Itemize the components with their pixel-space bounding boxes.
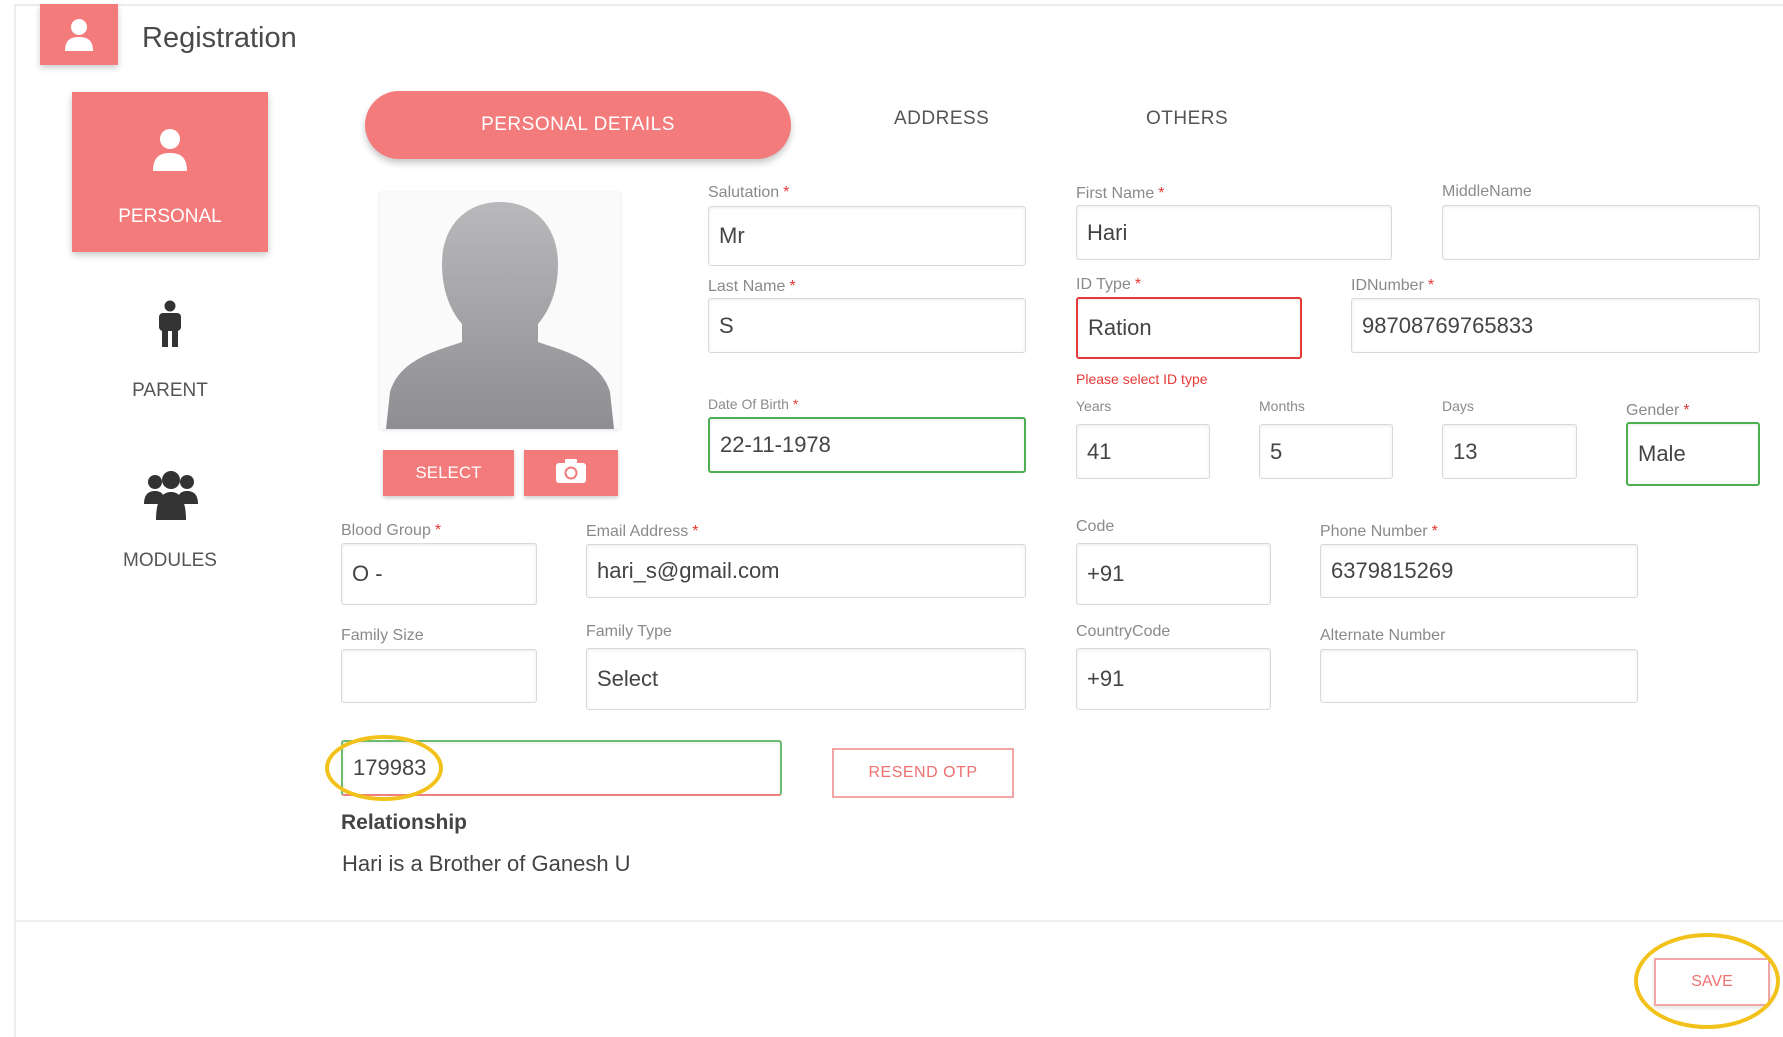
header-user-icon	[40, 4, 118, 65]
avatar-placeholder-icon	[386, 202, 614, 429]
sidebar-item-modules[interactable]: MODULES	[72, 464, 268, 574]
family-size-label: Family Size	[341, 627, 424, 644]
country-code-label: CountryCode	[1076, 623, 1171, 640]
days-label: Days	[1442, 398, 1474, 414]
sidebar-item-label: PARENT	[132, 380, 208, 401]
years-label: Years	[1076, 398, 1112, 414]
user-icon	[152, 128, 188, 177]
months-input[interactable]: 5	[1259, 424, 1393, 479]
first-name-input[interactable]: Hari	[1076, 205, 1392, 260]
id-type-select[interactable]: Ration	[1076, 297, 1302, 359]
id-number-label: IDNumber *	[1351, 277, 1435, 294]
last-name-input[interactable]: S	[708, 298, 1026, 353]
last-name-label: Last Name *	[708, 278, 796, 295]
users-group-icon	[144, 470, 198, 525]
middle-name-label: MiddleName	[1442, 183, 1532, 200]
family-type-label: Family Type	[586, 623, 672, 640]
select-photo-button[interactable]: SELECT	[383, 450, 514, 496]
months-label: Months	[1259, 398, 1305, 414]
profile-photo	[380, 192, 620, 429]
email-input[interactable]: hari_s@gmail.com	[586, 544, 1026, 598]
middle-name-input[interactable]	[1442, 205, 1760, 260]
otp-input[interactable]: 179983	[341, 740, 782, 796]
id-type-error: Please select ID type	[1076, 371, 1208, 387]
dob-label: Date Of Birth *	[708, 396, 799, 412]
family-type-select[interactable]: Select	[586, 648, 1026, 710]
id-type-label: ID Type *	[1076, 276, 1142, 293]
sidebar-item-label: PERSONAL	[118, 206, 222, 227]
code-label: Code	[1076, 518, 1115, 535]
relationship-title: Relationship	[341, 811, 468, 834]
resend-otp-button[interactable]: RESEND OTP	[832, 748, 1014, 798]
first-name-label: First Name *	[1076, 185, 1165, 202]
years-input[interactable]: 41	[1076, 424, 1210, 479]
blood-group-select[interactable]: O -	[341, 543, 537, 605]
sidebar-item-personal[interactable]: PERSONAL	[72, 92, 268, 252]
phone-input[interactable]: 6379815269	[1320, 544, 1638, 598]
footer-divider	[16, 920, 1783, 922]
days-input[interactable]: 13	[1442, 424, 1577, 479]
country-code-input[interactable]: +91	[1076, 648, 1271, 710]
tab-others[interactable]: OTHERS	[1146, 108, 1228, 130]
family-size-input[interactable]	[341, 649, 537, 703]
sidebar-item-parent[interactable]: PARENT	[72, 296, 268, 406]
relationship-text: Hari is a Brother of Ganesh U	[342, 851, 631, 876]
camera-button[interactable]	[524, 450, 618, 496]
registration-card	[14, 4, 1783, 1037]
person-icon	[155, 300, 185, 353]
salutation-select[interactable]: Mr	[708, 206, 1026, 266]
code-input[interactable]: +91	[1076, 543, 1271, 605]
alternate-number-input[interactable]	[1320, 649, 1638, 703]
id-number-input[interactable]: 98708769765833	[1351, 298, 1760, 353]
dob-input[interactable]: 22-11-1978	[708, 417, 1026, 473]
sidebar-item-label: MODULES	[123, 550, 217, 571]
alternate-number-label: Alternate Number	[1320, 627, 1446, 644]
save-button[interactable]: SAVE	[1654, 958, 1770, 1006]
gender-label: Gender *	[1626, 402, 1690, 419]
blood-group-label: Blood Group *	[341, 522, 442, 539]
email-label: Email Address *	[586, 523, 699, 540]
salutation-label: Salutation *	[708, 184, 790, 201]
phone-label: Phone Number *	[1320, 523, 1438, 540]
page-title: Registration	[142, 22, 297, 54]
camera-icon	[555, 458, 587, 489]
tab-address[interactable]: ADDRESS	[894, 108, 989, 130]
gender-select[interactable]: Male	[1626, 422, 1760, 486]
tab-personal-details[interactable]: PERSONAL DETAILS	[365, 91, 791, 159]
